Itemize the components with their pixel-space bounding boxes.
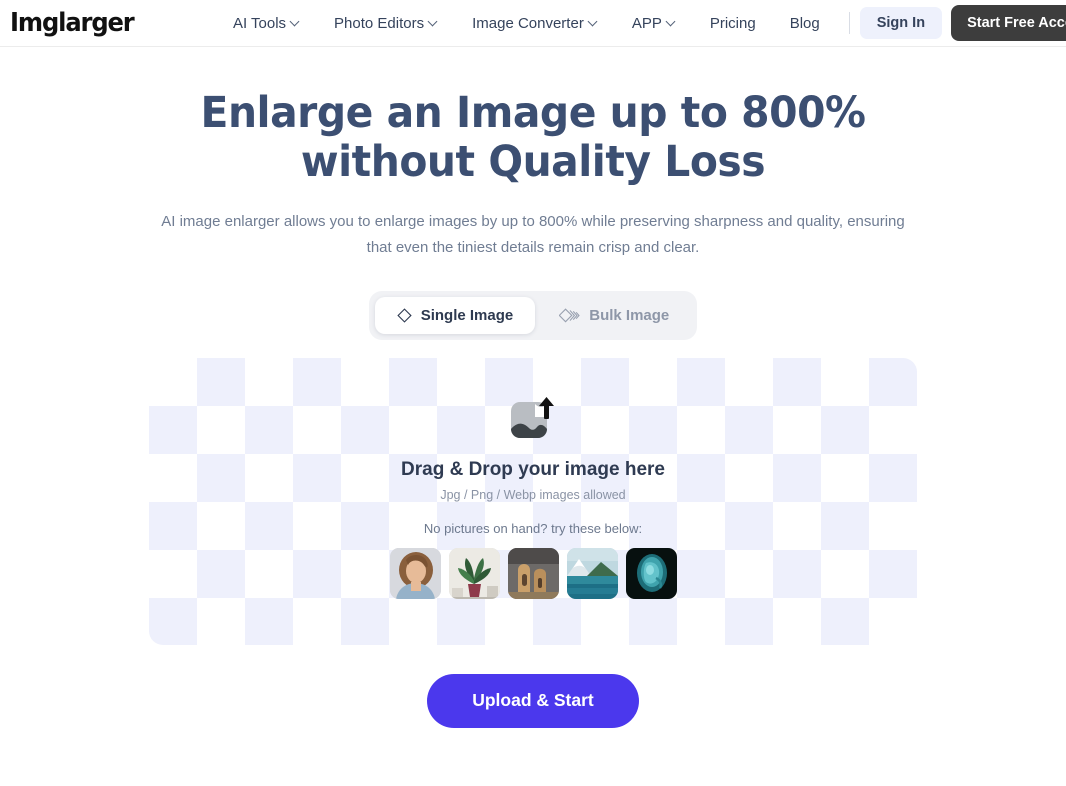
nav-item-image-converter[interactable]: Image Converter [455,16,615,31]
sample-images-row [389,547,677,599]
chevron-down-icon [667,18,676,27]
sample-image-portrait-woman-curly-hair[interactable] [389,547,441,599]
nav-item-label: APP [631,14,662,32]
file-dropzone[interactable]: Drag & Drop your image here Jpg / Png / … [149,358,917,645]
sample-image-teal-sculpture-dark[interactable] [625,547,677,599]
mode-tabs: Single Image Bulk Image [368,291,698,340]
chevron-down-icon [589,18,598,27]
sample-image-sandstone-architecture[interactable] [507,547,559,599]
site-header: Imglarger AI Tools Photo Editors Image C… [0,0,1066,47]
sample-image-snow-mountain-lake[interactable] [566,547,618,599]
page-subtitle: AI image enlarger allows you to enlarge … [153,209,913,261]
upload-and-start-button[interactable]: Upload & Start [427,674,639,728]
tab-single-image[interactable]: Single Image [374,297,536,334]
nav-item-blog[interactable]: Blog [773,16,837,31]
nav-item-photo-editors[interactable]: Photo Editors [317,16,455,31]
tab-label: Bulk Image [589,307,670,324]
nav-item-app[interactable]: APP [615,16,693,31]
hero-section: Enlarge an Image up to 800% without Qual… [0,47,1066,261]
page-subtitle-line-1: AI image enlarger allows you to enlarge … [161,213,844,230]
tab-label: Single Image [420,307,514,324]
nav-item-label: Photo Editors [334,14,425,32]
page-title-line-1: Enlarge an Image up to 800% [200,88,866,138]
sample-image-houseplants-on-shelf[interactable] [448,547,500,599]
page-title-line-2: without Quality Loss [300,137,766,187]
cta-container: Upload & Start [0,674,1066,728]
stacked-diamonds-icon [559,308,580,323]
dropzone-formats-note: Jpg / Png / Webp images allowed [440,488,626,502]
dropzone-container: Drag & Drop your image here Jpg / Png / … [0,358,1066,645]
sign-in-button[interactable]: Sign In [859,6,943,40]
image-upload-icon [509,395,557,443]
nav-item-label: Pricing [709,14,756,32]
chevron-down-icon [429,18,438,27]
nav-item-label: AI Tools [232,14,287,32]
mode-tabs-container: Single Image Bulk Image [0,291,1066,340]
page-title: Enlarge an Image up to 800% without Qual… [27,89,1040,187]
dropzone-title: Drag & Drop your image here [401,459,665,480]
start-free-account-button[interactable]: Start Free Account [951,4,1066,42]
dropzone-samples-hint: No pictures on hand? try these below: [423,520,643,536]
nav-item-label: Blog [789,14,820,32]
nav-item-label: Image Converter [472,14,584,32]
main-navigation: AI Tools Photo Editors Image Converter A… [216,4,1066,42]
tab-bulk-image[interactable]: Bulk Image [537,297,691,334]
nav-item-pricing[interactable]: Pricing [693,16,773,31]
nav-item-ai-tools[interactable]: AI Tools [216,16,317,31]
dropzone-content: Drag & Drop your image here Jpg / Png / … [149,358,917,645]
chevron-down-icon [291,18,300,27]
logo[interactable]: Imglarger [10,10,135,36]
diamond-icon [397,308,412,323]
header-divider [848,12,850,34]
